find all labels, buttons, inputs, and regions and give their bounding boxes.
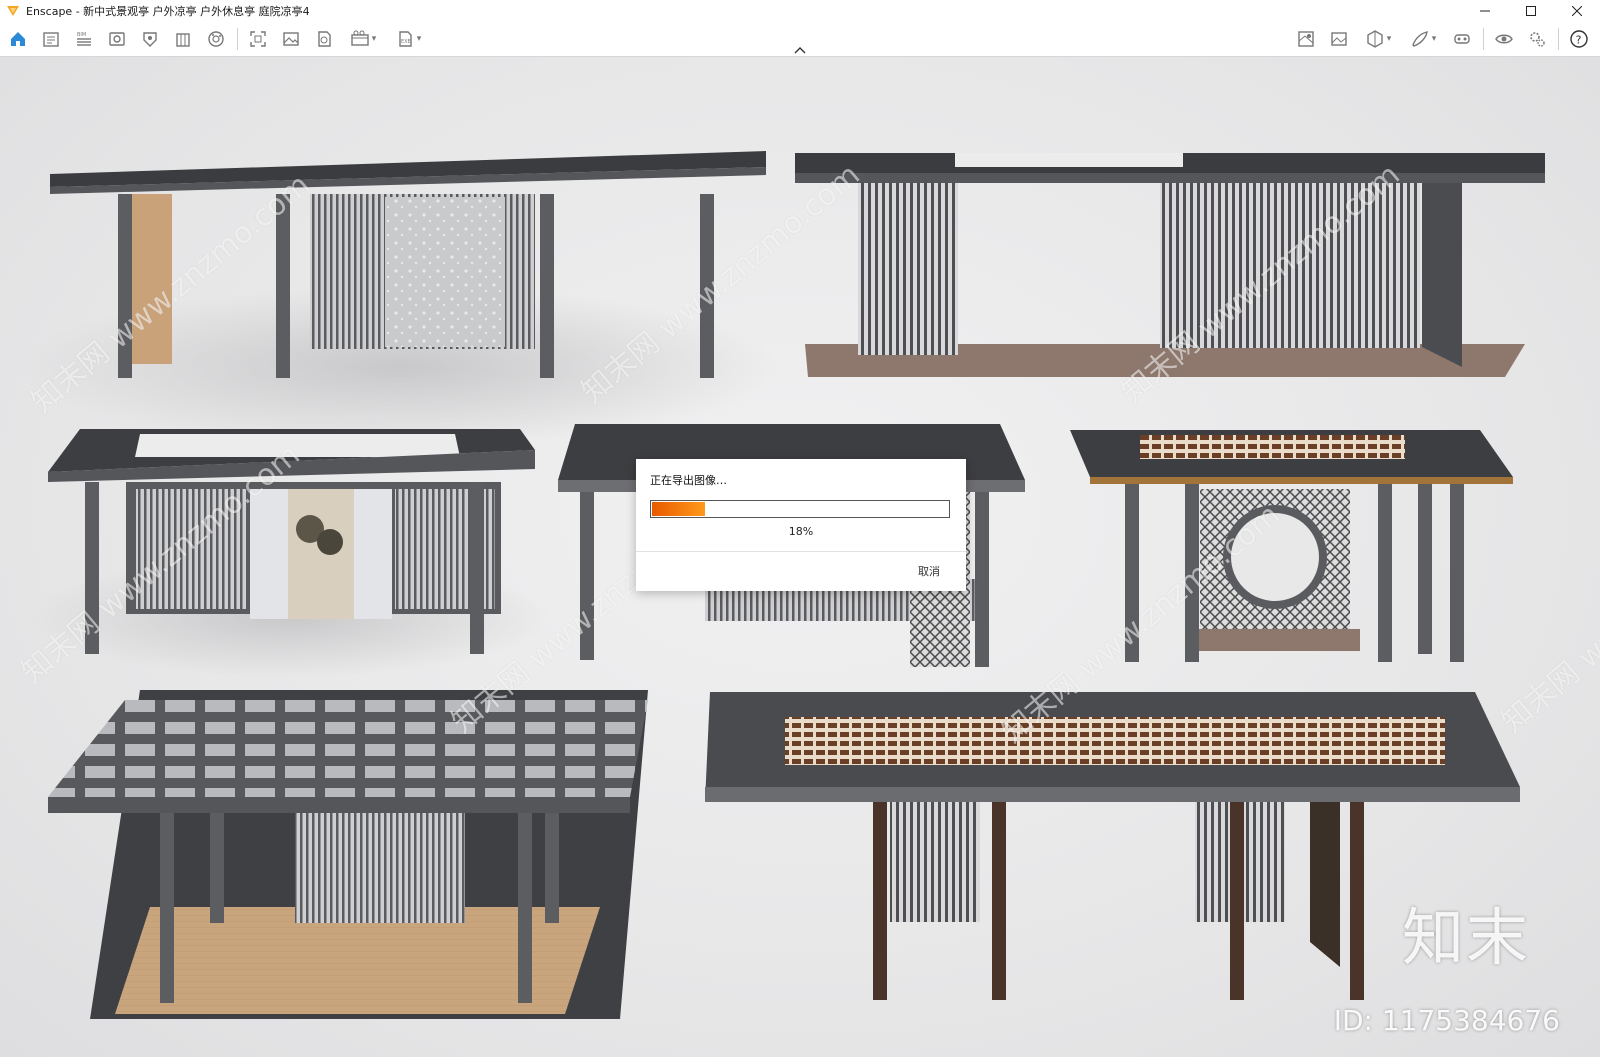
visual-settings-button[interactable]: [136, 25, 164, 53]
eye-button[interactable]: [1490, 25, 1518, 53]
asset-library-icon: [43, 32, 59, 47]
toolbar-separator: [1483, 28, 1484, 50]
svg-text:EXE: EXE: [401, 39, 411, 45]
close-icon: [1572, 6, 1582, 16]
eye-icon: [1495, 34, 1513, 44]
bim-button[interactable]: BIM: [70, 25, 98, 53]
maximize-button[interactable]: [1508, 0, 1554, 22]
map-icon: [1298, 31, 1314, 47]
home-button[interactable]: [4, 25, 32, 53]
pavilion-6: [48, 690, 648, 1019]
toolbar-left-group: BIM ▾ EXE ▾: [4, 25, 433, 53]
progress-percent: 18%: [788, 525, 814, 538]
title-bar: Enscape - 新中式景观亭 户外凉亭 户外休息亭 庭院凉亭4: [0, 0, 1600, 22]
material-button[interactable]: [202, 25, 230, 53]
section-icon: [1367, 30, 1383, 48]
pavilion-5: [1070, 430, 1513, 662]
cancel-button[interactable]: 取消: [918, 563, 940, 579]
help-button[interactable]: ?: [1565, 25, 1593, 53]
map-button[interactable]: [1292, 25, 1320, 53]
chevron-up-icon: [794, 47, 806, 54]
pavilion-1: [20, 151, 780, 447]
building-icon: [176, 33, 190, 47]
render-icon: [283, 32, 299, 46]
video-button[interactable]: ▾: [343, 25, 383, 53]
vr-button[interactable]: [1448, 25, 1476, 53]
enscape-logo-icon: [7, 6, 19, 16]
brush-icon: [1411, 31, 1428, 47]
window-title: Enscape - 新中式景观亭 户外凉亭 户外休息亭 庭院凉亭4: [26, 5, 310, 18]
section-button[interactable]: ▾: [1358, 25, 1398, 53]
brush-button[interactable]: ▾: [1403, 25, 1443, 53]
progress-bar-fill: [652, 502, 705, 516]
toolbar-right-group: ▾ ▾ ?: [1292, 25, 1598, 53]
dialog-divider: [636, 551, 966, 552]
export-icon: EXE: [399, 31, 412, 47]
image-icon: [1331, 32, 1347, 46]
pavilion-7: [705, 692, 1520, 1000]
chevron-down-icon: ▾: [1386, 34, 1392, 44]
panorama-icon: [318, 31, 331, 47]
asset-library-button[interactable]: [37, 25, 65, 53]
image-button[interactable]: [1325, 25, 1353, 53]
pavilion-2: [795, 153, 1545, 377]
watermark-id: ID: 1175384676: [1333, 1004, 1560, 1037]
minimize-icon: [1480, 10, 1490, 12]
maximize-icon: [1526, 6, 1536, 16]
pavilion-3: [30, 429, 550, 677]
screenshot-icon: [250, 31, 266, 47]
watermark-brand: 知末: [1401, 901, 1530, 974]
video-icon: [351, 30, 369, 46]
chevron-down-icon: ▾: [1431, 34, 1437, 44]
minimize-button[interactable]: [1462, 0, 1508, 22]
panorama-button[interactable]: [310, 25, 338, 53]
svg-text:?: ?: [1576, 34, 1582, 47]
svg-text:BIM: BIM: [77, 32, 86, 38]
dialog-title: 正在导出图像…: [650, 474, 727, 487]
screenshot-button[interactable]: [244, 25, 272, 53]
settings-button[interactable]: [1523, 25, 1551, 53]
vr-icon: [1454, 34, 1470, 44]
render-button[interactable]: [277, 25, 305, 53]
collapse-toolbar-button[interactable]: [792, 44, 808, 56]
export-progress-dialog: 正在导出图像… 18% 取消: [636, 459, 966, 591]
views-button[interactable]: [103, 25, 131, 53]
progress-bar: [650, 500, 950, 518]
material-icon: [208, 31, 224, 47]
home-icon: [11, 32, 25, 46]
window-controls: [1462, 0, 1600, 22]
settings-icon: [1530, 32, 1545, 47]
bim-icon: BIM: [77, 32, 91, 46]
visual-settings-icon: [143, 32, 157, 47]
export-button[interactable]: EXE ▾: [388, 25, 428, 53]
building-button[interactable]: [169, 25, 197, 53]
close-button[interactable]: [1554, 0, 1600, 22]
chevron-down-icon: ▾: [371, 34, 377, 44]
views-icon: [109, 32, 125, 46]
help-icon: ?: [1570, 30, 1588, 48]
toolbar-separator: [237, 28, 238, 50]
toolbar-separator: [1558, 28, 1559, 50]
chevron-down-icon: ▾: [416, 34, 422, 44]
